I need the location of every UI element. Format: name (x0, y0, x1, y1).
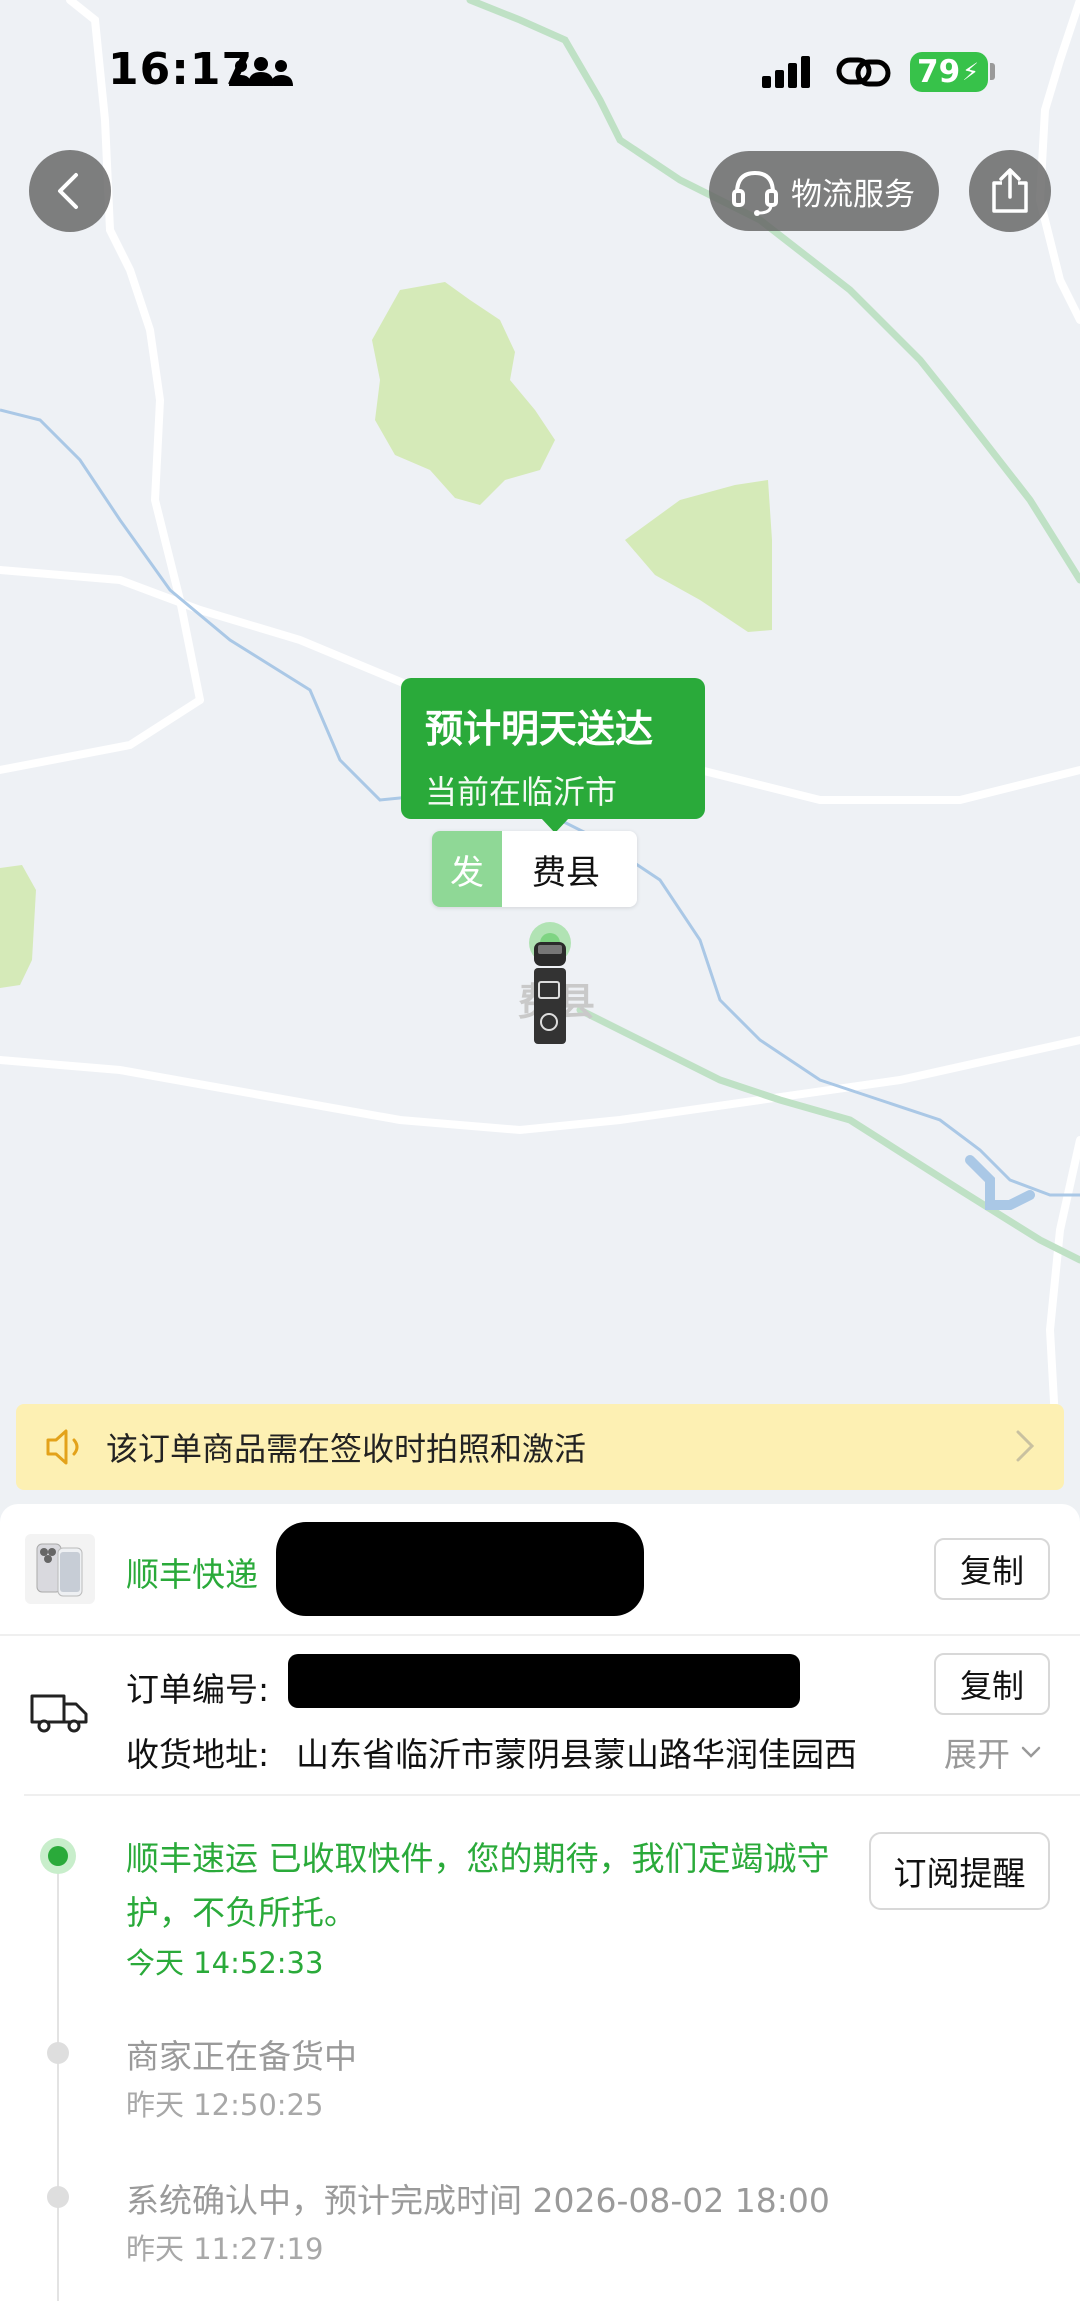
redacted-order-number (288, 1654, 800, 1708)
chevron-down-icon (1021, 1746, 1041, 1758)
timeline-event-text: 顺丰速运 已收取快件，您的期待，我们定竭诚守护，不负所托。 (126, 1839, 830, 1932)
phone-product-image (36, 1543, 83, 1597)
delivery-truck-icon (30, 1694, 88, 1733)
divider (24, 1794, 1080, 1796)
origin-tag: 发 费县 (432, 831, 637, 907)
notice-banner[interactable]: 该订单商品需在签收时拍照和激活 (16, 1404, 1064, 1490)
divider (0, 1634, 1080, 1636)
origin-tag-type: 发 (432, 831, 502, 907)
park-area (0, 865, 36, 988)
speaker-icon (46, 1429, 79, 1465)
logistics-service-button[interactable]: 物流服务 (709, 151, 939, 231)
cellular-signal-icon (762, 56, 810, 88)
battery-nub (990, 63, 995, 80)
timeline-dot (47, 2186, 69, 2208)
eta-bubble: 预计明天送达 当前在临沂市 (401, 678, 705, 833)
park-area (625, 480, 772, 632)
subscribe-reminder-button[interactable]: 订阅提醒 (869, 1832, 1050, 1910)
chevron-left-icon (58, 173, 78, 209)
origin-tag-name: 费县 (502, 831, 637, 907)
battery-level: 79 (917, 54, 961, 90)
eta-location: 当前在临沂市 (425, 773, 618, 811)
charging-bolt-icon: ⚡ (962, 58, 979, 86)
share-icon (992, 168, 1028, 213)
timeline-event-text: 系统确认中，预计完成时间 2026-08-02 18:00 (126, 2181, 830, 2220)
timeline-event-time: 昨天 11:27:19 (126, 2232, 324, 2266)
battery-indicator: 79 ⚡ (910, 52, 988, 92)
chevron-right-icon (1016, 1430, 1035, 1462)
timeline-event-text: 商家正在备货中 (126, 2037, 357, 2076)
timeline-dot-active (40, 1838, 76, 1874)
timeline-event-time: 昨天 12:50:25 (126, 2088, 324, 2122)
hotspot-link-icon (836, 57, 891, 87)
eta-title: 预计明天送达 (425, 707, 654, 751)
address-value: 山东省临沂市蒙阴县蒙山路华润佳园西 (296, 1735, 857, 1774)
notice-text: 该订单商品需在签收时拍照和激活 (106, 1430, 587, 1468)
park-area (372, 282, 555, 505)
address-label: 收货地址: (126, 1735, 270, 1774)
product-thumbnail[interactable] (25, 1534, 95, 1604)
logistics-service-label: 物流服务 (791, 176, 915, 213)
courier-truck-icon (529, 922, 571, 1044)
timeline-event-time: 今天 14:52:33 (126, 1946, 324, 1980)
copy-order-button[interactable]: 复制 (934, 1653, 1050, 1715)
redacted-tracking-number (276, 1522, 644, 1616)
copy-tracking-button[interactable]: 复制 (934, 1538, 1050, 1600)
share-button[interactable] (969, 150, 1051, 232)
timeline-line (57, 1855, 59, 2301)
headset-icon (732, 170, 778, 216)
carrier-name: 顺丰快递 (126, 1555, 258, 1594)
back-button[interactable] (29, 150, 111, 232)
expand-address-link[interactable]: 展开 (944, 1728, 1042, 1776)
order-number-label: 订单编号: (126, 1670, 270, 1709)
people-icon (229, 57, 293, 86)
expand-label: 展开 (944, 1735, 1010, 1774)
timeline-dot (47, 2042, 69, 2064)
